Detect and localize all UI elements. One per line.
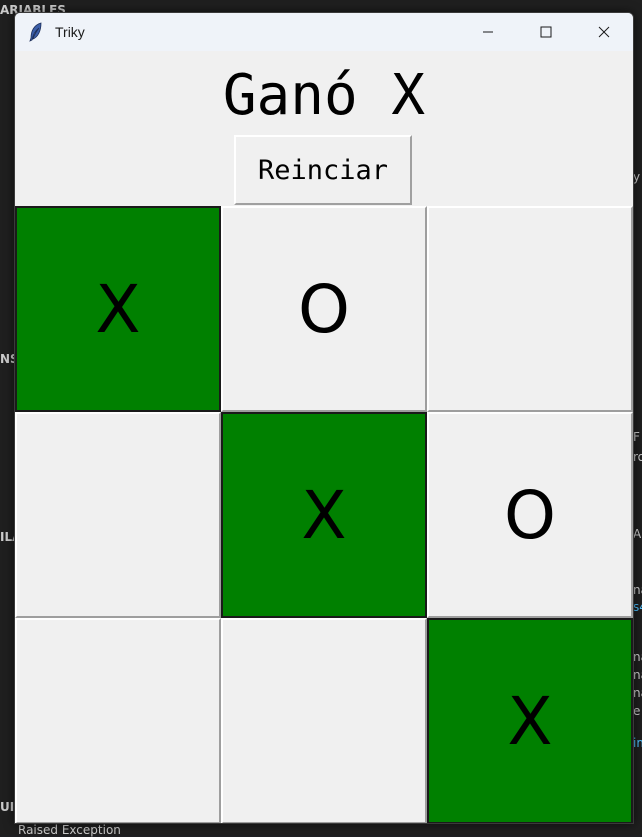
minimize-icon	[482, 23, 494, 42]
bg-fragment: na	[633, 583, 642, 597]
bg-fragment: F	[633, 430, 640, 444]
game-area: Ganó X Reinciar X O X O X	[15, 51, 633, 823]
board-cell[interactable]: X	[427, 618, 633, 823]
board-cell[interactable]: X	[221, 412, 427, 618]
board-cell[interactable]	[221, 618, 427, 823]
status-label: Ganó X	[222, 63, 426, 128]
bg-fragment: ro	[633, 450, 642, 464]
window-title: Triky	[55, 24, 85, 40]
bg-fragment: na	[633, 650, 642, 664]
board-cell[interactable]: O	[427, 412, 633, 618]
bg-fragment: e	[633, 704, 641, 718]
close-button[interactable]	[575, 13, 633, 51]
board-cell[interactable]	[15, 618, 221, 823]
bg-fragment: A	[633, 527, 642, 541]
bg-fragment: na	[633, 686, 642, 700]
bg-fragment: im	[633, 736, 642, 750]
app-window: Triky Ganó X Reinciar X O X O X	[14, 12, 634, 824]
board-cell[interactable]	[427, 206, 633, 412]
bg-fragment: na	[633, 668, 642, 682]
bg-fragment: UI	[0, 800, 15, 814]
maximize-icon	[540, 23, 552, 42]
title-bar[interactable]: Triky	[15, 13, 633, 51]
bg-fragment: y	[633, 170, 641, 184]
close-icon	[598, 23, 610, 42]
maximize-button[interactable]	[517, 13, 575, 51]
game-board: X O X O X	[15, 206, 633, 823]
board-cell[interactable]	[15, 412, 221, 618]
feather-icon	[25, 21, 47, 43]
reset-button[interactable]: Reinciar	[234, 135, 412, 205]
board-cell[interactable]: O	[221, 206, 427, 412]
bg-fragment: s4	[633, 600, 642, 614]
board-cell[interactable]: X	[15, 206, 221, 412]
minimize-button[interactable]	[459, 13, 517, 51]
